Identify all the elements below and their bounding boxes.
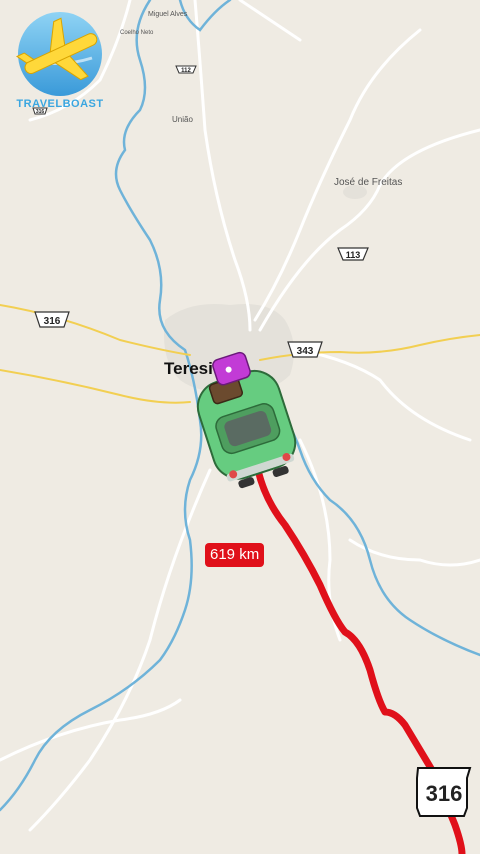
place-label-teresina: Teresi xyxy=(164,359,213,378)
brand-name: TRAVELBOAST xyxy=(16,98,104,110)
svg-text:112: 112 xyxy=(181,68,191,74)
shield-316-left: 316 xyxy=(34,311,70,328)
svg-text:316: 316 xyxy=(426,781,463,806)
travelboast-logo: TRAVELBOAST xyxy=(8,8,112,118)
place-label-miguel-alves: Miguel Alves xyxy=(148,11,188,18)
shield-113: 113 xyxy=(337,247,369,261)
svg-text:343: 343 xyxy=(297,346,314,357)
shield-112: 112 xyxy=(175,65,197,74)
place-label-uniao: União xyxy=(172,115,193,124)
map-canvas[interactable]: Miguel Alves Coelho Neto União José de F… xyxy=(0,0,480,854)
place-label-coelho-neto: Coelho Neto xyxy=(120,30,154,36)
svg-text:316: 316 xyxy=(44,316,61,327)
place-label-jose-de-freitas: José de Freitas xyxy=(334,177,402,188)
route-distance-badge: 619 km xyxy=(205,543,265,567)
svg-text:113: 113 xyxy=(346,250,361,260)
shield-316-bottom: 316 xyxy=(416,767,472,817)
airplane-globe-icon xyxy=(15,12,102,96)
shield-343: 343 xyxy=(287,341,323,358)
